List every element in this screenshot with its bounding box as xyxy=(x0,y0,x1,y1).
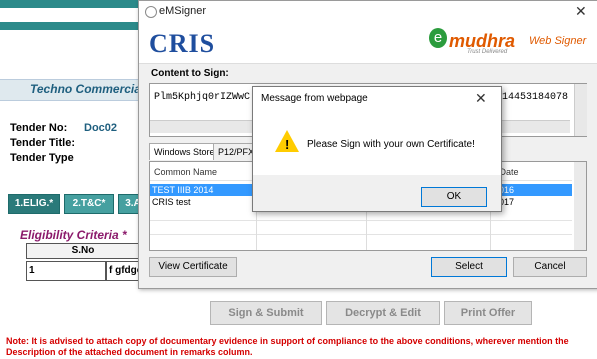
tab-windows-store[interactable]: Windows Store xyxy=(149,143,220,160)
dialog-title: Message from webpage xyxy=(261,93,368,104)
content-text-right: 14453184078 xyxy=(501,92,568,103)
table-header-sno: S.No xyxy=(26,243,140,259)
table-cell-sno: 1 xyxy=(26,261,106,281)
row-name: TEST IIIB 2014 xyxy=(152,185,214,195)
row-name: CRIS test xyxy=(152,197,191,207)
dialog-titlebar: Message from webpage ✕ xyxy=(253,87,501,109)
cris-logo: CRIS xyxy=(149,29,216,58)
content-to-sign-label: Content to Sign: xyxy=(151,68,229,79)
sign-submit-button[interactable]: Sign & Submit xyxy=(210,301,322,325)
tender-no-value: Doc02 xyxy=(84,122,118,134)
compliance-note: Note: It is advised to attach copy of do… xyxy=(6,336,569,357)
dialog-message: Please Sign with your own Certificate! xyxy=(307,139,475,150)
print-offer-button[interactable]: Print Offer xyxy=(444,301,532,325)
table-cell-text: f gfdgc xyxy=(106,261,142,281)
tab-eligibility[interactable]: 1.ELIG.* xyxy=(8,194,60,214)
app-icon xyxy=(145,6,157,18)
techno-commercial-title: Techno Commercial E xyxy=(30,82,156,96)
cancel-button[interactable]: Cancel xyxy=(513,257,587,277)
dialog-close-icon[interactable]: ✕ xyxy=(475,90,487,107)
select-button[interactable]: Select xyxy=(431,257,507,277)
column-common-name: Common Name xyxy=(154,167,218,177)
decrypt-edit-button[interactable]: Decrypt & Edit xyxy=(326,301,440,325)
row-divider xyxy=(150,234,572,235)
web-signer-label: Web Signer xyxy=(529,35,587,47)
ok-button[interactable]: OK xyxy=(421,187,487,207)
content-text: Plm5Kphjq0rIZWwC xyxy=(154,92,251,103)
tender-no-label: Tender No: xyxy=(10,122,68,134)
emudhra-logo-icon: e xyxy=(429,28,447,48)
warning-exclamation-icon: ! xyxy=(285,137,290,152)
window-close-icon[interactable]: ✕ xyxy=(575,3,587,20)
tender-type-label: Tender Type xyxy=(10,152,74,164)
emudhra-tagline: Trust Delivered xyxy=(467,49,508,55)
tender-title-label: Tender Title: xyxy=(10,137,75,149)
tab-terms[interactable]: 2.T&C* xyxy=(64,194,114,214)
window-titlebar: eMSigner ✕ xyxy=(139,1,597,23)
message-dialog: Message from webpage ✕ ! Please Sign wit… xyxy=(252,86,502,212)
window-title: eMSigner xyxy=(159,5,207,17)
view-certificate-button[interactable]: View Certificate xyxy=(149,257,237,277)
vertical-scrollbar[interactable] xyxy=(574,84,587,136)
eligibility-criteria-title: Eligibility Criteria * xyxy=(20,228,127,242)
row-divider xyxy=(150,220,572,221)
list-scrollbar[interactable] xyxy=(574,162,586,250)
